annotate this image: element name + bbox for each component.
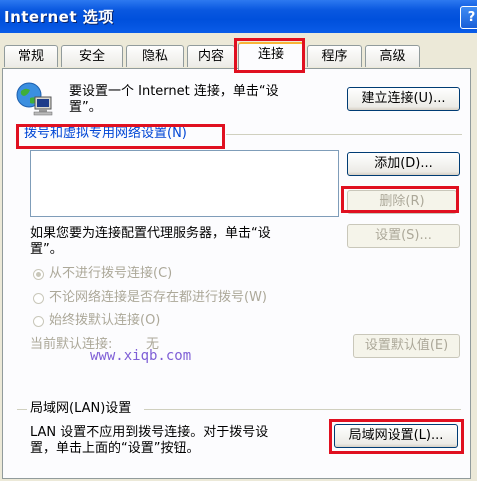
dialup-group-line bbox=[226, 134, 462, 135]
watermark-text: www.xiqb.com bbox=[90, 348, 192, 364]
radio-never-dial[interactable] bbox=[33, 269, 44, 280]
connection-list[interactable] bbox=[30, 150, 339, 217]
lan-section-title: 局域网(LAN)设置 bbox=[30, 401, 132, 416]
lan-group-line bbox=[144, 409, 461, 410]
radio-always-dial-default-label: 始终拨默认连接(O) bbox=[49, 313, 161, 328]
tab-advanced[interactable]: 高级 bbox=[365, 45, 420, 67]
highlight-remove-box bbox=[341, 186, 459, 213]
tab-content[interactable]: 内容 bbox=[187, 45, 235, 67]
add-button[interactable]: 添加(D)... bbox=[347, 152, 460, 176]
setup-description-line1: 要设置一个 Internet 连接，单击“设 bbox=[69, 84, 279, 99]
radio-dial-when-no-network-label: 不论网络连接是否存在都进行拨号(W) bbox=[49, 290, 267, 305]
tab-security[interactable]: 安全 bbox=[61, 45, 123, 67]
title-bar[interactable]: Internet 选项 ? bbox=[0, 0, 477, 33]
highlight-tab-box bbox=[234, 38, 305, 73]
window-title: Internet 选项 bbox=[4, 8, 114, 26]
setup-connection-button[interactable]: 建立连接(U)... bbox=[347, 87, 460, 111]
lan-text-line1: LAN 设置不应用到拨号连接。对于拨号设 bbox=[30, 425, 269, 440]
highlight-dialup-title-box bbox=[16, 124, 225, 149]
radio-never-dial-label: 从不进行拨号连接(C) bbox=[49, 266, 173, 281]
radio-always-dial-default[interactable] bbox=[33, 316, 44, 327]
lan-group-line-left bbox=[17, 409, 27, 410]
tab-general[interactable]: 常规 bbox=[4, 45, 58, 67]
help-button[interactable]: ? bbox=[460, 6, 477, 29]
settings-button[interactable]: 设置(S)... bbox=[347, 224, 460, 248]
proxy-text-line2: 置”。 bbox=[30, 242, 63, 257]
proxy-text-line1: 如果您要为连接配置代理服务器，单击“设 bbox=[30, 226, 271, 241]
set-default-button[interactable]: 设置默认值(E) bbox=[353, 334, 460, 358]
tab-programs[interactable]: 程序 bbox=[307, 45, 362, 67]
highlight-lan-button-box bbox=[329, 419, 464, 454]
setup-description-line2: 置”。 bbox=[69, 100, 102, 115]
tab-privacy[interactable]: 隐私 bbox=[126, 45, 184, 67]
lan-text-line2: 置，单击上面的“设置”按钮。 bbox=[30, 441, 200, 456]
network-globe-icon bbox=[16, 82, 53, 116]
radio-dial-when-no-network[interactable] bbox=[33, 293, 44, 304]
